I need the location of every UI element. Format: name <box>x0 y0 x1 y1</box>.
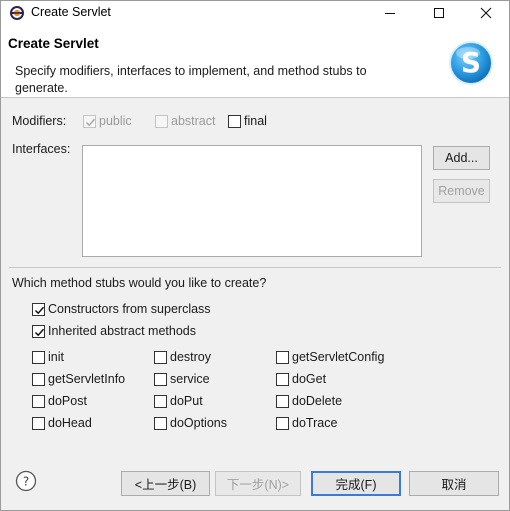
destroy-label: destroy <box>170 350 211 364</box>
finish-button[interactable]: 完成(F) <box>311 471 401 496</box>
inherited-methods-label: Inherited abstract methods <box>48 324 196 338</box>
abstract-checkbox[interactable] <box>155 115 168 128</box>
service-checkbox[interactable] <box>154 373 167 386</box>
dodelete-checkbox[interactable] <box>276 395 289 408</box>
next-button[interactable]: 下一步(N)> <box>215 471 301 496</box>
stubs-question: Which method stubs would you like to cre… <box>12 276 267 290</box>
getservletconfig-checkbox[interactable] <box>276 351 289 364</box>
constructors-label: Constructors from superclass <box>48 302 211 316</box>
inherited-methods-checkbox[interactable] <box>32 325 45 338</box>
add-interface-button[interactable]: Add... <box>433 146 490 170</box>
doput-checkbox[interactable] <box>154 395 167 408</box>
minimize-icon <box>385 13 395 14</box>
maximize-button[interactable] <box>416 1 462 25</box>
help-icon: ? <box>15 470 37 492</box>
dotrace-checkbox[interactable] <box>276 417 289 430</box>
getservletinfo-checkbox[interactable] <box>32 373 45 386</box>
destroy-checkbox[interactable] <box>154 351 167 364</box>
svg-text:S: S <box>461 46 481 79</box>
dooptions-checkbox[interactable] <box>154 417 167 430</box>
dopost-label: doPost <box>48 394 87 408</box>
minimize-button[interactable] <box>367 1 413 25</box>
window-title: Create Servlet <box>31 5 111 19</box>
svg-text:?: ? <box>23 475 29 489</box>
dohead-label: doHead <box>48 416 92 430</box>
servlet-logo-icon: S <box>448 40 494 86</box>
doget-checkbox[interactable] <box>276 373 289 386</box>
maximize-icon <box>434 8 444 18</box>
getservletinfo-label: getServletInfo <box>48 372 126 386</box>
abstract-label: abstract <box>171 114 216 128</box>
eclipse-icon <box>9 5 25 21</box>
service-label: service <box>170 372 210 386</box>
public-checkbox[interactable] <box>83 115 96 128</box>
banner-title: Create Servlet <box>8 36 99 51</box>
checkmark-icon <box>34 306 45 315</box>
checkmark-icon <box>85 118 96 127</box>
doget-label: doGet <box>292 372 327 386</box>
public-label: public <box>99 114 132 128</box>
banner-description: Specify modifiers, interfaces to impleme… <box>15 64 367 95</box>
dodelete-label: doDelete <box>292 394 343 408</box>
getservletconfig-label: getServletConfig <box>292 350 385 364</box>
init-label: init <box>48 350 64 364</box>
init-checkbox[interactable] <box>32 351 45 364</box>
back-button[interactable]: <上一步(B) <box>121 471 210 496</box>
wizard-banner: Create Servlet Specify modifiers, interf… <box>1 26 509 98</box>
dotrace-label: doTrace <box>292 416 338 430</box>
final-label: final <box>244 114 267 128</box>
close-button[interactable] <box>463 1 509 25</box>
separator <box>9 267 501 268</box>
dohead-checkbox[interactable] <box>32 417 45 430</box>
final-checkbox[interactable] <box>228 115 241 128</box>
modifiers-label: Modifiers: <box>12 114 67 128</box>
constructors-checkbox[interactable] <box>32 303 45 316</box>
dopost-checkbox[interactable] <box>32 395 45 408</box>
create-servlet-dialog: Create Servlet Create Servlet Specify mo… <box>0 0 510 511</box>
checkmark-icon <box>34 328 45 337</box>
close-icon <box>480 7 492 19</box>
cancel-button[interactable]: 取消 <box>409 471 499 496</box>
dooptions-label: doOptions <box>170 416 227 430</box>
interfaces-list[interactable] <box>82 145 422 257</box>
doput-label: doPut <box>170 394 203 408</box>
help-button[interactable]: ? <box>15 470 37 492</box>
interfaces-label: Interfaces: <box>12 142 71 156</box>
remove-interface-button[interactable]: Remove <box>433 179 490 203</box>
title-bar[interactable]: Create Servlet <box>1 1 509 26</box>
